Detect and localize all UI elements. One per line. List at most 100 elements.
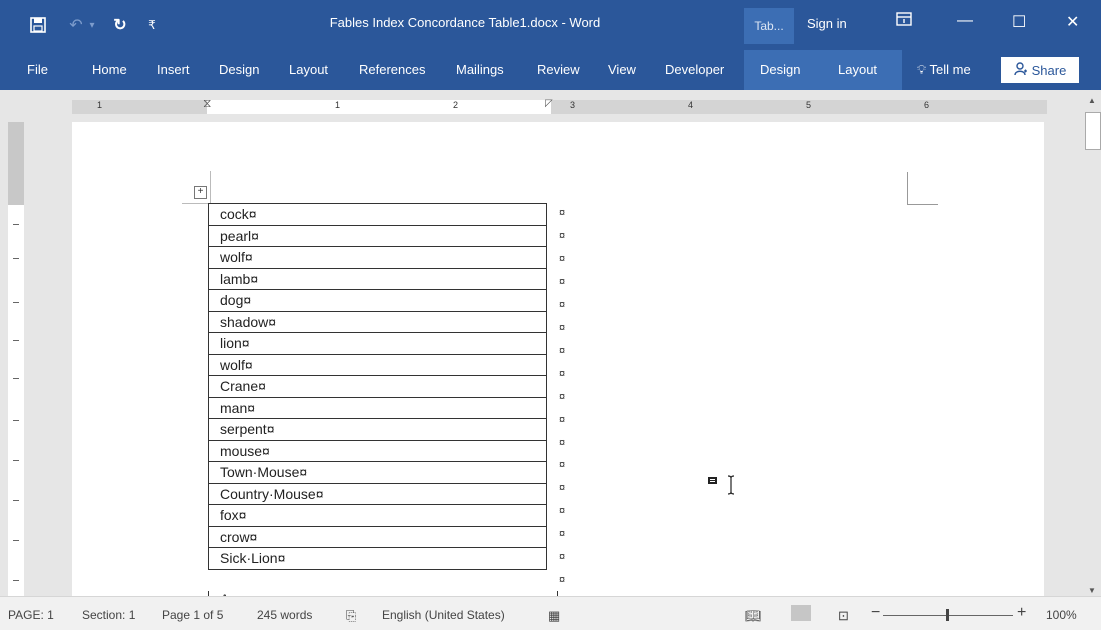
qat-dropdown-icon[interactable]: ₹ (140, 13, 164, 37)
column-marker-icon[interactable]: ◸ (545, 98, 553, 109)
maximize-button[interactable]: ☐ (1012, 12, 1026, 32)
zoom-in-icon[interactable]: + (1017, 604, 1026, 622)
table-cell[interactable]: wolf¤ (208, 246, 547, 269)
tab-file[interactable]: File (27, 62, 48, 77)
table-cell[interactable]: Town·Mouse¤ (208, 461, 547, 484)
title-bar: ↶ ▾ ↻ ₹ Fables Index Concordance Table1.… (0, 0, 1101, 50)
table-cell[interactable]: Crane¤ (208, 375, 547, 398)
concordance-table[interactable]: cock¤ pearl¤ wolf¤ lamb¤ dog¤ shadow¤ lion¤ wol… (208, 203, 547, 570)
table-row: Country·Mouse¤ (208, 482, 547, 505)
horizontal-ruler[interactable]: 1 1 2 3 4 5 6 ⧖ ◸ (0, 90, 1101, 122)
tab-view[interactable]: View (608, 62, 636, 77)
section-indicator[interactable]: Section: 1 (82, 608, 135, 622)
redo-icon[interactable]: ↻ (108, 13, 132, 37)
ruler-tick (13, 500, 19, 501)
scroll-up-icon[interactable]: ▲ (1085, 96, 1099, 108)
table-cell[interactable]: fox¤ (208, 504, 547, 527)
ruler-number: 6 (924, 100, 930, 110)
print-layout-icon[interactable] (791, 605, 811, 621)
margin-crop-mark (907, 172, 938, 205)
person-share-icon (1013, 61, 1028, 79)
share-label: Share (1031, 62, 1067, 78)
page-count[interactable]: Page 1 of 5 (162, 608, 223, 622)
ruler-text-area (207, 100, 551, 114)
table-cell[interactable]: dog¤ (208, 289, 547, 312)
ruler-number: 5 (806, 100, 812, 110)
table-tools-context-label: Tab... (744, 8, 794, 44)
tab-layout[interactable]: Layout (289, 62, 328, 77)
row-end-mark: ¤ (559, 505, 566, 518)
table-cell[interactable]: crow¤ (208, 525, 547, 548)
ruler-tick (13, 420, 19, 421)
proofing-icon[interactable]: ⎘ (346, 608, 356, 624)
zoom-slider-knob[interactable] (946, 609, 949, 621)
row-end-mark: ¤ (559, 207, 566, 219)
table-cell[interactable]: cock¤ (208, 203, 547, 226)
ruler-number: 1 (335, 100, 341, 110)
table-cell[interactable]: man¤ (208, 396, 547, 419)
table-cell[interactable]: lion¤ (208, 332, 547, 355)
table-cell[interactable]: pearl¤ (208, 224, 547, 247)
ruler-tick (13, 540, 19, 541)
read-mode-icon[interactable]: 📖︎ (745, 608, 762, 624)
table-cell[interactable]: wolf¤ (208, 353, 547, 376)
document-title: Fables Index Concordance Table1.docx - W… (329, 15, 601, 30)
table-row: wolf¤ (208, 246, 547, 269)
ruler-tick (13, 460, 19, 461)
save-icon[interactable] (26, 13, 50, 37)
web-layout-icon[interactable]: ⊡ (838, 608, 849, 624)
ruler-tick (13, 340, 19, 341)
table-cell[interactable]: shadow¤ (208, 310, 547, 333)
undo-dropdown-icon[interactable]: ▾ (80, 13, 104, 37)
ruler-tick (13, 224, 19, 225)
tab-home[interactable]: Home (92, 62, 127, 77)
table-row: fox¤ (208, 504, 547, 527)
tab-references[interactable]: References (359, 62, 425, 77)
row-end-mark: ¤ (559, 413, 566, 426)
row-end-mark: ¤ (559, 344, 566, 357)
tab-table-layout[interactable]: Layout (838, 62, 877, 77)
tab-insert[interactable]: Insert (157, 62, 190, 77)
minimize-button[interactable]: — (957, 12, 973, 30)
vertical-scrollbar[interactable] (1083, 90, 1101, 606)
ruler-number: 2 (453, 100, 459, 110)
table-cell[interactable]: lamb¤ (208, 267, 547, 290)
tab-mailings[interactable]: Mailings (456, 62, 504, 77)
row-end-mark: ¤ (559, 436, 566, 449)
table-row: dog¤ (208, 289, 547, 312)
tab-developer[interactable]: Developer (665, 62, 724, 77)
zoom-out-icon[interactable]: − (871, 604, 880, 622)
close-button[interactable]: ✕ (1066, 12, 1079, 32)
scrollbar-thumb[interactable] (1085, 112, 1101, 150)
ruler-number: 3 (570, 100, 576, 110)
language-indicator[interactable]: English (United States) (382, 608, 505, 622)
table-row: Sick·Lion¤ (208, 547, 547, 570)
table-cell[interactable]: Sick·Lion¤ (208, 547, 547, 570)
page-indicator[interactable]: PAGE: 1 (8, 608, 54, 622)
word-count[interactable]: 245 words (257, 608, 312, 622)
macro-record-icon[interactable]: ▦ (548, 608, 560, 624)
ruler-tick (13, 302, 19, 303)
table-row: shadow¤ (208, 310, 547, 333)
table-cell[interactable]: mouse¤ (208, 439, 547, 462)
row-end-mark: ¤ (559, 367, 566, 380)
ribbon-display-icon[interactable] (896, 12, 912, 29)
tell-me-box[interactable]: 💡︎ Tell me (917, 62, 971, 78)
table-cell[interactable]: Country·Mouse¤ (208, 482, 547, 505)
table-cell[interactable]: serpent¤ (208, 418, 547, 441)
tab-review[interactable]: Review (537, 62, 580, 77)
indent-marker-icon[interactable]: ⧖ (203, 96, 211, 111)
ruler-tick (13, 258, 19, 259)
table-row: Town·Mouse¤ (208, 461, 547, 484)
share-button[interactable]: Share (1001, 57, 1079, 83)
sign-in-link[interactable]: Sign in (807, 16, 847, 31)
row-end-mark: ¤ (559, 528, 566, 541)
tab-design[interactable]: Design (219, 62, 259, 77)
table-row: mouse¤ (208, 439, 547, 462)
ruler-tick (13, 580, 19, 581)
zoom-level[interactable]: 100% (1046, 608, 1077, 622)
row-end-mark: ¤ (559, 390, 566, 403)
tab-table-design[interactable]: Design (760, 62, 800, 77)
table-move-handle-icon[interactable]: + (194, 186, 207, 199)
row-end-mark: ¤ (559, 275, 566, 288)
